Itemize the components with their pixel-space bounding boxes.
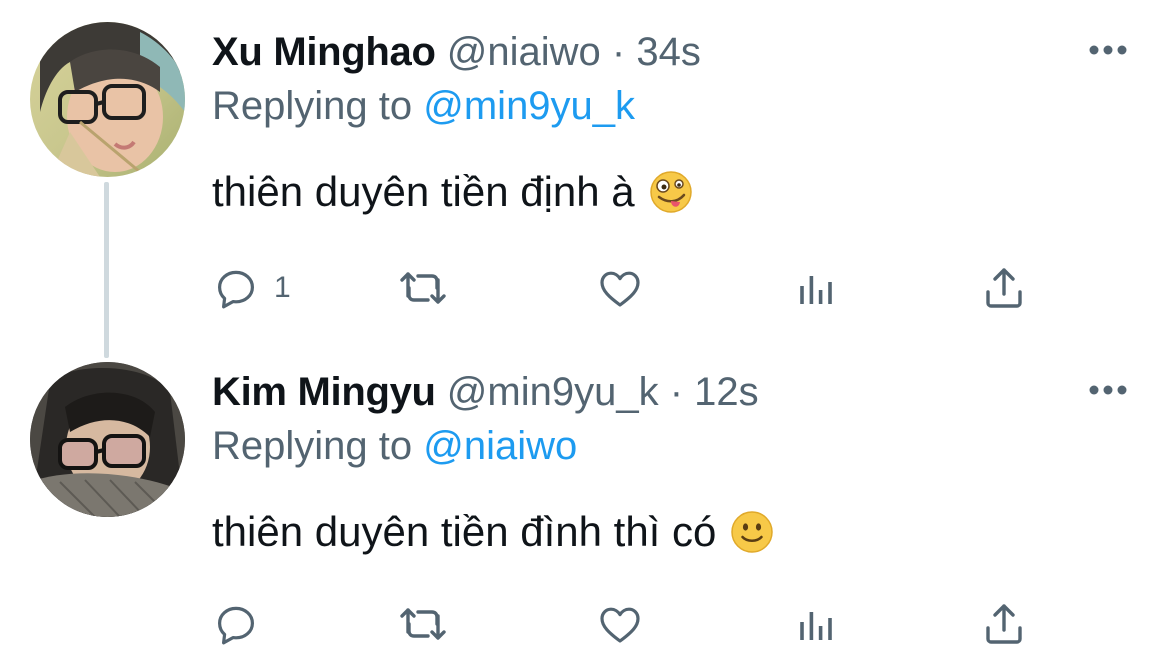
more-options-icon[interactable] (1086, 382, 1130, 398)
slightly-smiling-face-emoji (731, 511, 774, 553)
separator: · (611, 30, 626, 74)
zany-face-emoji (649, 171, 692, 213)
share-button[interactable] (980, 598, 1028, 650)
timestamp[interactable]: 12s (694, 370, 759, 414)
replying-prefix: Replying to (212, 424, 413, 468)
reply-count: 1 (274, 271, 291, 304)
retweet-button[interactable] (398, 598, 450, 650)
reply-icon (218, 270, 254, 309)
tweet-actions: 1 (212, 262, 1042, 314)
mention-link[interactable]: @min9yu_k (423, 84, 635, 128)
user-handle[interactable]: @min9yu_k (447, 370, 659, 414)
replying-prefix: Replying to (212, 84, 413, 128)
analytics-icon (800, 612, 832, 640)
tweet-text-content: thiên duyên tiền định à (212, 168, 635, 215)
tweet[interactable]: Kim Mingyu @min9yu_k · 12s Replying to @… (0, 340, 1170, 672)
tweet-header: Xu Minghao @niaiwo · 34s (212, 26, 701, 78)
separator: · (669, 370, 684, 414)
reply-button[interactable]: 1 (212, 262, 291, 314)
tweet-text: thiên duyên tiền đình thì có (212, 504, 774, 560)
replying-to: Replying to @niaiwo (212, 420, 577, 472)
timestamp[interactable]: 34s (636, 30, 701, 74)
replying-to: Replying to @min9yu_k (212, 80, 635, 132)
analytics-button[interactable] (792, 598, 840, 650)
share-button[interactable] (980, 262, 1028, 314)
share-icon (986, 268, 1022, 308)
display-name[interactable]: Kim Mingyu (212, 370, 436, 414)
user-handle[interactable]: @niaiwo (447, 30, 601, 74)
more-options-icon[interactable] (1086, 42, 1130, 58)
retweet-icon (400, 272, 446, 304)
reply-icon (218, 606, 254, 645)
heart-icon (600, 607, 640, 643)
avatar[interactable] (30, 362, 185, 517)
tweet-text: thiên duyên tiền định à (212, 164, 693, 220)
retweet-button[interactable] (398, 262, 450, 314)
analytics-button[interactable] (792, 262, 840, 314)
heart-icon (600, 271, 640, 307)
tweet-text-content: thiên duyên tiền đình thì có (212, 508, 717, 555)
mention-link[interactable]: @niaiwo (423, 424, 577, 468)
share-icon (986, 604, 1022, 644)
retweet-icon (400, 608, 446, 640)
like-button[interactable] (596, 598, 644, 650)
display-name[interactable]: Xu Minghao (212, 30, 436, 74)
tweet[interactable]: Xu Minghao @niaiwo · 34s Replying to @mi… (0, 0, 1170, 340)
analytics-icon (800, 276, 832, 304)
tweet-actions (212, 598, 1042, 650)
reply-button[interactable] (212, 598, 274, 650)
tweet-header: Kim Mingyu @min9yu_k · 12s (212, 366, 759, 418)
like-button[interactable] (596, 262, 644, 314)
avatar[interactable] (30, 22, 185, 177)
